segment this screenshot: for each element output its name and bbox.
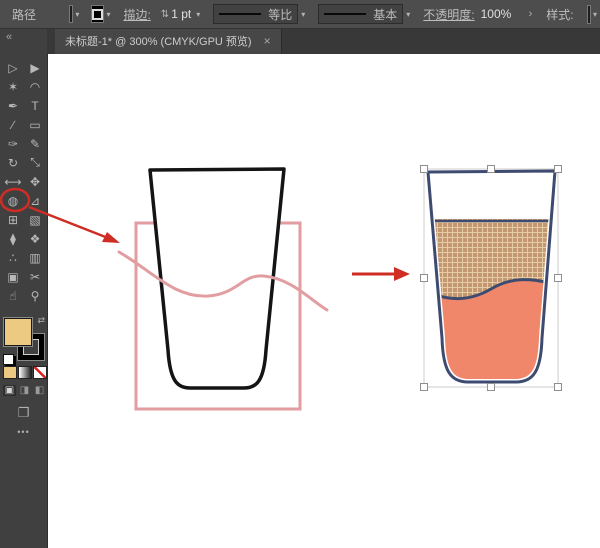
fill-stroke-indicator: ⇄: [3, 315, 45, 366]
brush-preview-icon: [324, 13, 367, 15]
fill-indicator-swatch[interactable]: [4, 318, 32, 346]
color-button[interactable]: [4, 367, 16, 378]
direct-selection-tool[interactable]: ▶: [24, 58, 46, 77]
type-tool[interactable]: T: [24, 96, 46, 115]
chevron-down-icon[interactable]: ▾: [593, 10, 597, 19]
chevron-down-icon[interactable]: ▾: [106, 10, 110, 19]
chevron-down-icon[interactable]: ▾: [196, 10, 200, 19]
document-tab-bar: 未标题-1* @ 300% (CMYK/GPU 预览) ×: [47, 28, 600, 54]
control-bar: 路径 ▾ ▾ 描边: ⇅ 1 pt ▾ 等比 ▾ 基本 ▾ 不透明度: 100%…: [0, 0, 600, 29]
pencil-tool[interactable]: ✎: [24, 134, 46, 153]
fill-color-swatch[interactable]: [70, 6, 73, 22]
perspective-grid-tool[interactable]: ⊿: [24, 191, 46, 210]
edit-toolbar-button[interactable]: •••: [0, 427, 47, 437]
draw-normal-mode-icon[interactable]: ▣: [3, 385, 16, 396]
width-profile-preview-icon: [219, 13, 262, 15]
drawing-modes: ▣ ◨ ◧: [3, 385, 46, 396]
stroke-panel-link[interactable]: 描边:: [123, 6, 150, 23]
none-button[interactable]: [34, 367, 46, 378]
eyedropper-tool[interactable]: ⧫: [2, 229, 24, 248]
opacity-expand-icon[interactable]: ›: [529, 8, 533, 20]
width-tool[interactable]: ⟷: [2, 172, 24, 191]
screen-mode-icon[interactable]: ❐: [0, 405, 47, 421]
document-tab[interactable]: 未标题-1* @ 300% (CMYK/GPU 预览) ×: [55, 28, 282, 54]
gradient-button[interactable]: [19, 367, 31, 378]
stroke-ring-icon: [92, 8, 104, 20]
width-profile-dropdown[interactable]: 等比: [213, 4, 299, 24]
rotate-tool[interactable]: ↻: [2, 153, 24, 172]
close-icon[interactable]: ×: [264, 35, 271, 47]
line-segment-tool[interactable]: ∕: [2, 115, 24, 134]
graphic-style-swatch[interactable]: [587, 5, 590, 23]
zoom-tool[interactable]: ⚲: [24, 286, 46, 305]
opacity-value[interactable]: 100%: [481, 7, 523, 21]
magic-wand-tool[interactable]: ✶: [2, 77, 24, 96]
paintbrush-tool[interactable]: ✑: [2, 134, 24, 153]
artboard-tool[interactable]: ▣: [2, 267, 24, 286]
draw-inside-mode-icon[interactable]: ◧: [33, 385, 46, 396]
opacity-panel-link[interactable]: 不透明度:: [423, 6, 474, 23]
chevron-down-icon[interactable]: ▾: [75, 10, 79, 19]
default-fill-stroke-icon[interactable]: [3, 354, 14, 365]
document-tab-title: 未标题-1* @ 300% (CMYK/GPU 预览): [65, 36, 252, 48]
swap-fill-stroke-icon[interactable]: ⇄: [37, 315, 45, 326]
selection-type-label: 路径: [12, 7, 37, 22]
rectangle-tool[interactable]: ▭: [24, 115, 46, 134]
stroke-weight-value[interactable]: 1 pt: [171, 7, 191, 21]
stroke-stepper-icon[interactable]: ⇅: [161, 9, 169, 20]
stroke-color-swatch[interactable]: [92, 6, 104, 22]
selection-tool[interactable]: ▷: [2, 58, 24, 77]
width-profile-label: 等比: [268, 7, 293, 22]
pen-tool[interactable]: ✒: [2, 96, 24, 115]
illustrator-window: 路径 ▾ ▾ 描边: ⇅ 1 pt ▾ 等比 ▾ 基本 ▾ 不透明度: 100%…: [0, 0, 600, 548]
style-label: 样式:: [546, 7, 574, 22]
draw-behind-mode-icon[interactable]: ◨: [18, 385, 31, 396]
paint-type-buttons: [4, 367, 46, 378]
slice-tool[interactable]: ✂: [24, 267, 46, 286]
brush-definition-label: 基本: [373, 7, 398, 22]
chevron-down-icon[interactable]: ▾: [406, 10, 410, 19]
collapse-panel-button[interactable]: «: [0, 28, 47, 43]
column-graph-tool[interactable]: ▥: [24, 248, 46, 267]
lasso-tool[interactable]: ◠: [24, 77, 46, 96]
hand-tool[interactable]: ☝: [2, 286, 24, 305]
chevron-down-icon[interactable]: ▾: [301, 10, 305, 19]
scale-tool[interactable]: ⤡: [24, 153, 46, 172]
symbol-sprayer-tool[interactable]: ∴: [2, 248, 24, 267]
tools-panel: « ▷ ▶ ✶ ◠ ✒ T ∕ ▭ ✑ ✎ ↻ ⤡ ⟷ ✥ ◍ ⊿ ⊞ ▧ ⧫ …: [0, 28, 48, 548]
gradient-tool[interactable]: ▧: [24, 210, 46, 229]
artboard-canvas[interactable]: [47, 54, 600, 548]
tools-grid: ▷ ▶ ✶ ◠ ✒ T ∕ ▭ ✑ ✎ ↻ ⤡ ⟷ ✥ ◍ ⊿ ⊞ ▧ ⧫ ❖ …: [2, 58, 46, 305]
mesh-tool[interactable]: ⊞: [2, 210, 24, 229]
free-transform-tool[interactable]: ✥: [24, 172, 46, 191]
blend-tool[interactable]: ❖: [24, 229, 46, 248]
shape-builder-tool[interactable]: ◍: [2, 191, 24, 210]
brush-definition-dropdown[interactable]: 基本: [318, 4, 404, 24]
